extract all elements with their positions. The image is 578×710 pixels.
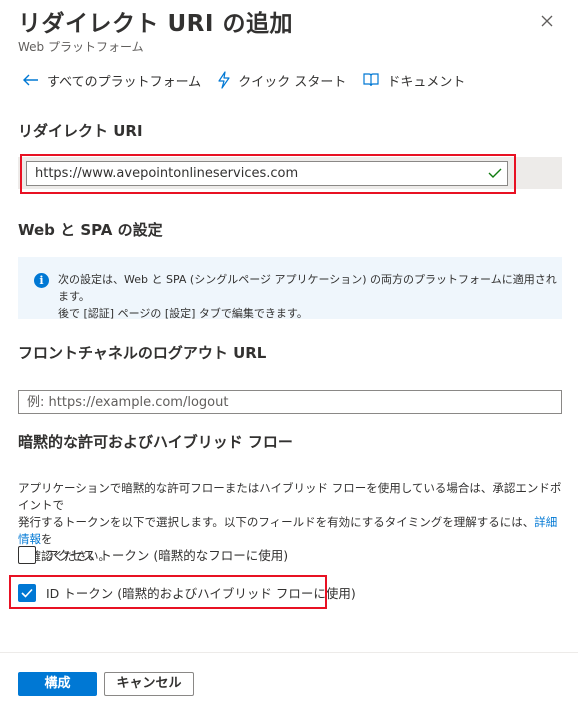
desc-line2-text: 発行するトークンを以下で選択します。以下のフィールドを有効にするタイミングを理解… xyxy=(18,515,535,529)
panel-subtitle: Web プラットフォーム xyxy=(18,40,144,54)
command-bar: すべてのプラットフォーム クイック スタート ドキュメント xyxy=(22,68,481,92)
footer-divider xyxy=(0,652,578,653)
redirect-uri-highlight xyxy=(20,154,516,194)
desc-line1: アプリケーションで暗黙的な許可フローまたはハイブリッド フローを使用している場合… xyxy=(18,481,562,512)
cancel-button[interactable]: キャンセル xyxy=(104,672,194,696)
quickstart-label: クイック スタート xyxy=(238,74,347,90)
info-text: 次の設定は、Web と SPA (シングルページ アプリケーション) の両方のプ… xyxy=(58,271,562,322)
close-icon xyxy=(541,15,553,27)
desc-line2-suffix: を xyxy=(41,532,53,546)
lightning-icon xyxy=(218,71,230,89)
all-platforms-label: すべてのプラットフォーム xyxy=(47,74,202,90)
info-text-line2: 後で [認証] ページの [設定] タブで編集できます。 xyxy=(58,307,308,320)
web-spa-heading: Web と SPA の設定 xyxy=(18,221,163,239)
configure-button[interactable]: 構成 xyxy=(18,672,97,696)
implicit-grant-heading: 暗黙的な許可およびハイブリッド フロー xyxy=(18,433,293,451)
front-channel-logout-label: フロントチャネルのログアウト URL xyxy=(18,344,267,362)
front-channel-logout-input[interactable] xyxy=(18,390,562,414)
panel-title: リダイレクト URI の追加 xyxy=(18,11,293,37)
info-banner: i 次の設定は、Web と SPA (シングルページ アプリケーション) の両方… xyxy=(18,257,562,322)
redirect-uri-label: リダイレクト URI xyxy=(18,122,143,140)
close-button[interactable] xyxy=(536,10,558,32)
desc-line2: 発行するトークンを以下で選択します。以下のフィールドを有効にするタイミングを理解… xyxy=(18,514,564,548)
info-icon: i xyxy=(34,273,49,288)
arrow-left-icon xyxy=(23,74,38,86)
quickstart-button[interactable]: クイック スタート xyxy=(217,71,346,90)
documentation-label: ドキュメント xyxy=(387,74,466,90)
access-token-label: アクセス トークン (暗黙的なフローに使用) xyxy=(46,548,289,563)
access-token-checkbox[interactable] xyxy=(18,545,36,564)
id-token-highlight xyxy=(9,575,327,609)
book-icon xyxy=(363,73,379,87)
access-token-checkbox-row[interactable]: アクセス トークン (暗黙的なフローに使用) xyxy=(18,545,288,564)
info-text-line1: 次の設定は、Web と SPA (シングルページ アプリケーション) の両方のプ… xyxy=(58,273,557,303)
documentation-button[interactable]: ドキュメント xyxy=(362,71,465,90)
back-all-platforms-button[interactable]: すべてのプラットフォーム xyxy=(22,71,201,90)
